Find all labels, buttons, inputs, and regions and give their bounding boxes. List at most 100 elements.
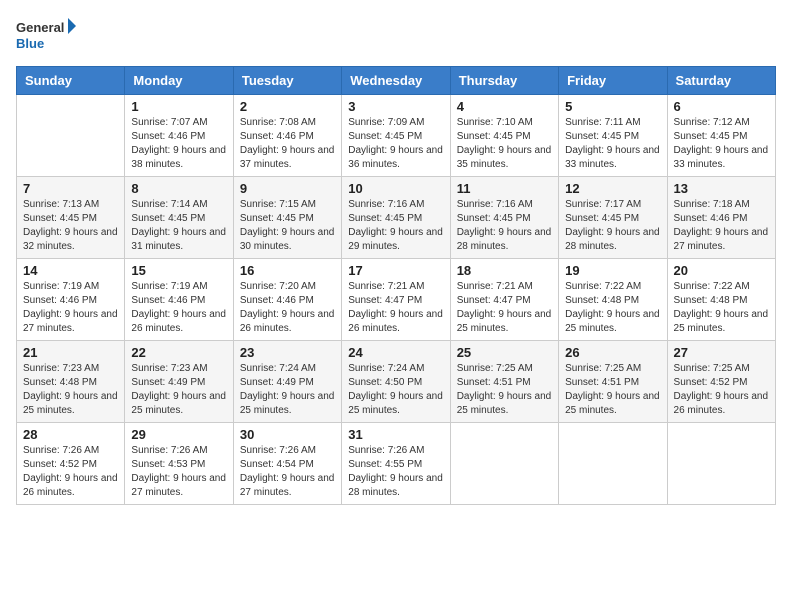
calendar-cell: 11 Sunrise: 7:16 AM Sunset: 4:45 PM Dayl…	[450, 177, 558, 259]
calendar-cell: 23 Sunrise: 7:24 AM Sunset: 4:49 PM Dayl…	[233, 341, 341, 423]
calendar-cell: 13 Sunrise: 7:18 AM Sunset: 4:46 PM Dayl…	[667, 177, 775, 259]
calendar-cell	[559, 423, 667, 505]
cell-content: Sunrise: 7:20 AM Sunset: 4:46 PM Dayligh…	[240, 280, 335, 336]
daylight-text: Daylight: 9 hours and 26 minutes.	[23, 473, 118, 498]
svg-text:Blue: Blue	[16, 36, 44, 51]
cell-content: Sunrise: 7:22 AM Sunset: 4:48 PM Dayligh…	[565, 280, 660, 336]
cell-content: Sunrise: 7:13 AM Sunset: 4:45 PM Dayligh…	[23, 198, 118, 254]
cell-content: Sunrise: 7:25 AM Sunset: 4:51 PM Dayligh…	[565, 362, 660, 418]
cell-content: Sunrise: 7:11 AM Sunset: 4:45 PM Dayligh…	[565, 116, 660, 172]
sunrise-text: Sunrise: 7:19 AM	[23, 281, 99, 292]
sunset-text: Sunset: 4:48 PM	[674, 295, 748, 306]
day-number: 3	[348, 99, 443, 114]
calendar-cell: 8 Sunrise: 7:14 AM Sunset: 4:45 PM Dayli…	[125, 177, 233, 259]
sunset-text: Sunset: 4:48 PM	[565, 295, 639, 306]
daylight-text: Daylight: 9 hours and 27 minutes.	[23, 309, 118, 334]
day-header-thursday: Thursday	[450, 67, 558, 95]
daylight-text: Daylight: 9 hours and 36 minutes.	[348, 145, 443, 170]
sunrise-text: Sunrise: 7:26 AM	[131, 445, 207, 456]
day-number: 10	[348, 181, 443, 196]
sunrise-text: Sunrise: 7:10 AM	[457, 117, 533, 128]
daylight-text: Daylight: 9 hours and 33 minutes.	[674, 145, 769, 170]
sunset-text: Sunset: 4:47 PM	[348, 295, 422, 306]
week-row-4: 21 Sunrise: 7:23 AM Sunset: 4:48 PM Dayl…	[17, 341, 776, 423]
calendar-cell: 2 Sunrise: 7:08 AM Sunset: 4:46 PM Dayli…	[233, 95, 341, 177]
day-number: 20	[674, 263, 769, 278]
cell-content: Sunrise: 7:19 AM Sunset: 4:46 PM Dayligh…	[131, 280, 226, 336]
day-number: 28	[23, 427, 118, 442]
calendar-cell: 28 Sunrise: 7:26 AM Sunset: 4:52 PM Dayl…	[17, 423, 125, 505]
cell-content: Sunrise: 7:23 AM Sunset: 4:48 PM Dayligh…	[23, 362, 118, 418]
daylight-text: Daylight: 9 hours and 27 minutes.	[240, 473, 335, 498]
day-number: 13	[674, 181, 769, 196]
cell-content: Sunrise: 7:26 AM Sunset: 4:54 PM Dayligh…	[240, 444, 335, 500]
cell-content: Sunrise: 7:10 AM Sunset: 4:45 PM Dayligh…	[457, 116, 552, 172]
calendar-cell: 6 Sunrise: 7:12 AM Sunset: 4:45 PM Dayli…	[667, 95, 775, 177]
sunset-text: Sunset: 4:46 PM	[131, 131, 205, 142]
sunrise-text: Sunrise: 7:16 AM	[348, 199, 424, 210]
sunrise-text: Sunrise: 7:24 AM	[240, 363, 316, 374]
calendar-cell: 30 Sunrise: 7:26 AM Sunset: 4:54 PM Dayl…	[233, 423, 341, 505]
daylight-text: Daylight: 9 hours and 28 minutes.	[457, 227, 552, 252]
day-number: 23	[240, 345, 335, 360]
calendar-cell: 16 Sunrise: 7:20 AM Sunset: 4:46 PM Dayl…	[233, 259, 341, 341]
sunrise-text: Sunrise: 7:12 AM	[674, 117, 750, 128]
cell-content: Sunrise: 7:25 AM Sunset: 4:51 PM Dayligh…	[457, 362, 552, 418]
cell-content: Sunrise: 7:07 AM Sunset: 4:46 PM Dayligh…	[131, 116, 226, 172]
calendar-cell: 27 Sunrise: 7:25 AM Sunset: 4:52 PM Dayl…	[667, 341, 775, 423]
sunset-text: Sunset: 4:45 PM	[240, 213, 314, 224]
sunrise-text: Sunrise: 7:13 AM	[23, 199, 99, 210]
daylight-text: Daylight: 9 hours and 27 minutes.	[131, 473, 226, 498]
sunset-text: Sunset: 4:49 PM	[131, 377, 205, 388]
cell-content: Sunrise: 7:25 AM Sunset: 4:52 PM Dayligh…	[674, 362, 769, 418]
calendar-cell: 3 Sunrise: 7:09 AM Sunset: 4:45 PM Dayli…	[342, 95, 450, 177]
cell-content: Sunrise: 7:09 AM Sunset: 4:45 PM Dayligh…	[348, 116, 443, 172]
sunset-text: Sunset: 4:52 PM	[674, 377, 748, 388]
day-number: 8	[131, 181, 226, 196]
sunset-text: Sunset: 4:54 PM	[240, 459, 314, 470]
sunrise-text: Sunrise: 7:25 AM	[457, 363, 533, 374]
day-number: 12	[565, 181, 660, 196]
sunrise-text: Sunrise: 7:19 AM	[131, 281, 207, 292]
calendar-cell: 10 Sunrise: 7:16 AM Sunset: 4:45 PM Dayl…	[342, 177, 450, 259]
daylight-text: Daylight: 9 hours and 33 minutes.	[565, 145, 660, 170]
sunset-text: Sunset: 4:45 PM	[565, 131, 639, 142]
sunset-text: Sunset: 4:45 PM	[565, 213, 639, 224]
cell-content: Sunrise: 7:26 AM Sunset: 4:52 PM Dayligh…	[23, 444, 118, 500]
day-header-saturday: Saturday	[667, 67, 775, 95]
calendar-header-row: SundayMondayTuesdayWednesdayThursdayFrid…	[17, 67, 776, 95]
daylight-text: Daylight: 9 hours and 25 minutes.	[348, 391, 443, 416]
calendar-cell	[450, 423, 558, 505]
cell-content: Sunrise: 7:26 AM Sunset: 4:53 PM Dayligh…	[131, 444, 226, 500]
sunset-text: Sunset: 4:46 PM	[23, 295, 97, 306]
day-number: 22	[131, 345, 226, 360]
cell-content: Sunrise: 7:16 AM Sunset: 4:45 PM Dayligh…	[457, 198, 552, 254]
week-row-2: 7 Sunrise: 7:13 AM Sunset: 4:45 PM Dayli…	[17, 177, 776, 259]
calendar-cell: 12 Sunrise: 7:17 AM Sunset: 4:45 PM Dayl…	[559, 177, 667, 259]
calendar-cell	[17, 95, 125, 177]
cell-content: Sunrise: 7:26 AM Sunset: 4:55 PM Dayligh…	[348, 444, 443, 500]
day-header-monday: Monday	[125, 67, 233, 95]
sunrise-text: Sunrise: 7:25 AM	[565, 363, 641, 374]
sunset-text: Sunset: 4:45 PM	[457, 213, 531, 224]
day-number: 19	[565, 263, 660, 278]
cell-content: Sunrise: 7:16 AM Sunset: 4:45 PM Dayligh…	[348, 198, 443, 254]
daylight-text: Daylight: 9 hours and 31 minutes.	[131, 227, 226, 252]
cell-content: Sunrise: 7:18 AM Sunset: 4:46 PM Dayligh…	[674, 198, 769, 254]
cell-content: Sunrise: 7:24 AM Sunset: 4:49 PM Dayligh…	[240, 362, 335, 418]
sunset-text: Sunset: 4:46 PM	[131, 295, 205, 306]
day-number: 1	[131, 99, 226, 114]
cell-content: Sunrise: 7:24 AM Sunset: 4:50 PM Dayligh…	[348, 362, 443, 418]
calendar-table: SundayMondayTuesdayWednesdayThursdayFrid…	[16, 66, 776, 505]
calendar-cell: 22 Sunrise: 7:23 AM Sunset: 4:49 PM Dayl…	[125, 341, 233, 423]
sunrise-text: Sunrise: 7:07 AM	[131, 117, 207, 128]
calendar-cell: 18 Sunrise: 7:21 AM Sunset: 4:47 PM Dayl…	[450, 259, 558, 341]
sunset-text: Sunset: 4:51 PM	[457, 377, 531, 388]
calendar-cell: 24 Sunrise: 7:24 AM Sunset: 4:50 PM Dayl…	[342, 341, 450, 423]
daylight-text: Daylight: 9 hours and 32 minutes.	[23, 227, 118, 252]
sunrise-text: Sunrise: 7:26 AM	[23, 445, 99, 456]
calendar-cell: 1 Sunrise: 7:07 AM Sunset: 4:46 PM Dayli…	[125, 95, 233, 177]
daylight-text: Daylight: 9 hours and 25 minutes.	[457, 309, 552, 334]
sunset-text: Sunset: 4:45 PM	[131, 213, 205, 224]
day-number: 11	[457, 181, 552, 196]
